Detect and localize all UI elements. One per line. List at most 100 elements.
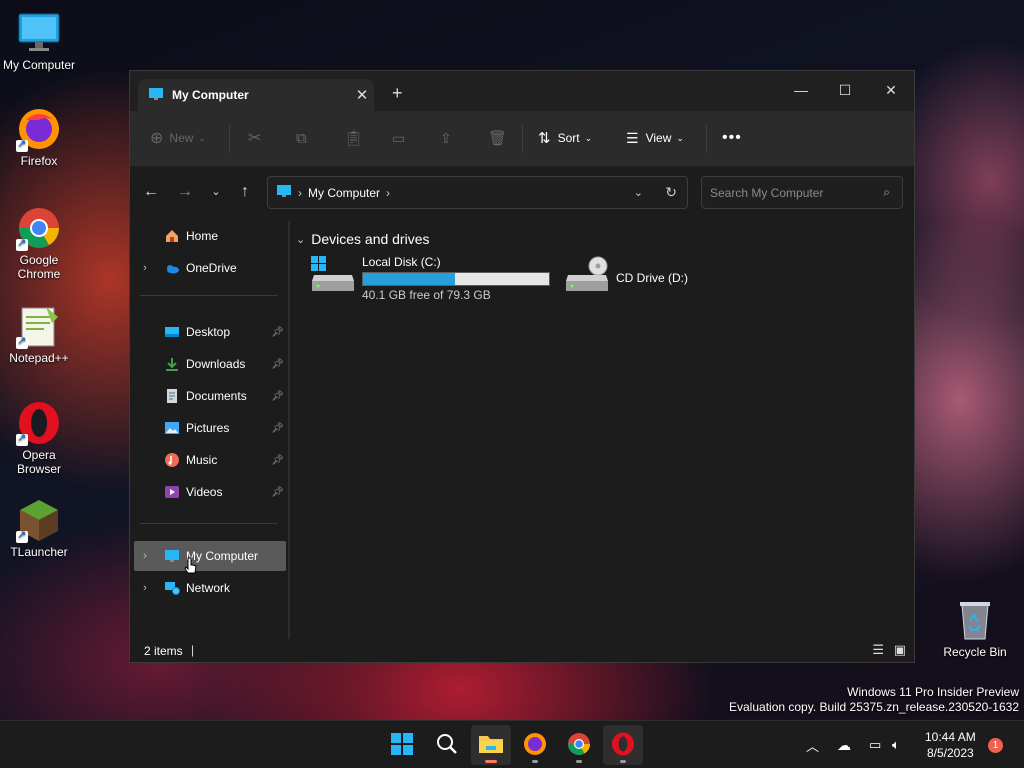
sidebar-item-music[interactable]: Music 📌︎ — [134, 445, 286, 475]
taskbar: ︿ ☁︎ ▭ 🔈︎ 10:44 AM 8/5/2023 1 — [0, 720, 1024, 768]
view-label: View — [645, 131, 672, 145]
sidebar-item-pictures[interactable]: Pictures 📌︎ — [134, 413, 286, 443]
download-arrow-icon — [164, 356, 180, 372]
monitor-icon — [276, 183, 292, 202]
close-window-button[interactable]: ✕ — [868, 75, 914, 105]
picture-icon — [164, 420, 180, 436]
sidebar-item-desktop[interactable]: Desktop 📌︎ — [134, 317, 286, 347]
arrow-left-icon: ← — [143, 183, 159, 200]
sort-button[interactable]: ⇅ Sort ⌄ — [538, 125, 592, 151]
sidebar-item-label: Videos — [186, 485, 223, 499]
sidebar-item-label: Pictures — [186, 421, 230, 435]
network-tray-icon[interactable]: ▭ — [869, 721, 881, 768]
show-hidden-icons-button[interactable]: ︿ — [806, 721, 819, 768]
clock[interactable]: 10:44 AM 8/5/2023 — [925, 721, 976, 768]
sidebar-item-home[interactable]: Home — [134, 221, 286, 251]
music-note-icon — [164, 452, 180, 468]
new-button[interactable]: ⊕ New ⌄ — [150, 125, 206, 151]
onedrive-tray-icon[interactable]: ☁︎ — [837, 721, 851, 768]
sidebar-item-documents[interactable]: Documents 📌︎ — [134, 381, 286, 411]
more-options-button[interactable]: ••• — [722, 125, 742, 151]
sidebar-item-network[interactable]: › Network — [134, 573, 286, 603]
arrow-up-icon: ↑ — [241, 183, 249, 200]
details-view-icon[interactable]: ☰ — [872, 642, 884, 658]
pin-icon: 📌︎ — [271, 358, 284, 370]
group-title: Devices and drives — [311, 231, 430, 247]
desktop-icon-firefox[interactable]: Firefox — [1, 106, 77, 168]
sidebar-item-onedrive[interactable]: › OneDrive — [134, 253, 286, 283]
sidebar-item-label: Music — [186, 453, 218, 467]
group-header-devices[interactable]: ⌄ Devices and drives — [296, 231, 430, 247]
desktop-folder-icon — [164, 324, 180, 340]
notification-center-button[interactable]: 1 — [988, 721, 1003, 768]
trash-icon: 🗑︎ — [488, 130, 508, 147]
desktop-icon-label: Notepad++ — [9, 351, 69, 365]
start-button[interactable] — [382, 725, 422, 765]
copy-button[interactable]: ⧉ — [296, 125, 307, 151]
desktop-icon-recycle-bin[interactable]: Recycle Bin — [937, 597, 1013, 659]
sidebar-item-label: Home — [186, 229, 219, 243]
up-button[interactable]: ↑ — [233, 181, 257, 205]
drive-name: Local Disk (C:) — [362, 255, 441, 269]
cloud-offline-icon: ☁︎ — [837, 736, 851, 753]
taskbar-opera[interactable] — [603, 725, 643, 765]
chevron-right-icon[interactable]: › — [134, 550, 156, 562]
clock-time: 10:44 AM — [925, 730, 976, 744]
chevron-right-icon[interactable]: › — [134, 262, 156, 274]
delete-button[interactable]: 🗑︎ — [488, 125, 507, 151]
drive-item-d[interactable]: CD Drive (D:) — [564, 255, 688, 298]
drive-item-c[interactable]: Local Disk (C:) 40.1 GB free of 79.3 GB — [310, 255, 550, 302]
tiles-view-icon[interactable]: ▣ — [894, 642, 906, 658]
view-button[interactable]: ☰ View ⌄ — [626, 125, 684, 151]
breadcrumb-my-computer[interactable]: My Computer — [308, 186, 380, 200]
clipboard-icon: 📋︎ — [344, 130, 364, 147]
taskbar-firefox[interactable] — [515, 725, 555, 765]
cut-button[interactable]: ✂ — [248, 125, 261, 151]
recycle-bin-icon — [952, 597, 998, 643]
refresh-icon[interactable]: ↻ — [665, 184, 677, 201]
desktop-icon-tlauncher[interactable]: TLauncher — [1, 497, 77, 559]
search-taskbar-button[interactable] — [427, 725, 467, 765]
desktop-icon-chrome[interactable]: Google Chrome — [1, 205, 77, 281]
taskbar-file-explorer[interactable] — [471, 725, 511, 765]
share-button[interactable]: ⇪ — [440, 125, 452, 151]
tab-my-computer[interactable]: My Computer ✕ — [138, 79, 374, 111]
pin-icon: 📌︎ — [271, 486, 284, 498]
sidebar-item-downloads[interactable]: Downloads 📌︎ — [134, 349, 286, 379]
forward-button[interactable]: → — [173, 181, 197, 205]
new-label: New — [169, 131, 194, 145]
item-count: 2 items — [144, 644, 183, 658]
address-history-icon[interactable]: ⌄ — [634, 186, 643, 199]
desktop-icon-notepadpp[interactable]: Notepad++ — [1, 303, 77, 365]
desktop-icon-opera[interactable]: Opera Browser — [1, 400, 77, 476]
pin-icon: 📌︎ — [271, 454, 284, 466]
rename-button[interactable]: ▭ — [392, 125, 405, 151]
chevron-down-icon: ⌄ — [296, 233, 306, 246]
speaker-icon: 🔈︎ — [892, 737, 900, 752]
desktop-icon-my-computer[interactable]: My Computer — [1, 10, 77, 72]
new-tab-button[interactable]: + — [392, 83, 403, 104]
monitor-icon — [164, 548, 180, 564]
minimize-button[interactable]: — — [778, 75, 824, 105]
sidebar-item-label: Desktop — [186, 325, 231, 339]
search-icon — [436, 733, 458, 758]
back-button[interactable]: ← — [139, 181, 163, 205]
network-icon — [164, 580, 180, 596]
pin-icon: 📌︎ — [271, 390, 284, 402]
paste-button[interactable]: 📋︎ — [344, 125, 363, 151]
more-dots-icon: ••• — [722, 129, 742, 146]
desktop-icon-label: TLauncher — [10, 545, 68, 559]
maximize-button[interactable]: ☐ — [822, 75, 868, 105]
address-bar[interactable]: › My Computer › ⌄ ↻ — [267, 176, 688, 209]
sidebar-item-videos[interactable]: Videos 📌︎ — [134, 477, 286, 507]
chevron-right-icon[interactable]: › — [134, 582, 156, 594]
notification-badge: 1 — [988, 737, 1003, 753]
navigation-pane: Home › OneDrive Desktop 📌︎ Downloads 📌︎ … — [130, 217, 288, 641]
volume-tray-icon[interactable]: 🔈︎ — [892, 721, 900, 768]
search-input[interactable]: Search My Computer ⌕ — [701, 176, 903, 209]
recent-locations-button[interactable]: ⌄ — [204, 181, 228, 205]
close-tab-icon[interactable]: ✕ — [350, 86, 374, 104]
sidebar-item-my-computer[interactable]: › My Computer — [134, 541, 286, 574]
file-list-area: ⌄ Devices and drives Local Disk (C:) 40.… — [290, 217, 914, 641]
taskbar-chrome[interactable] — [559, 725, 599, 765]
